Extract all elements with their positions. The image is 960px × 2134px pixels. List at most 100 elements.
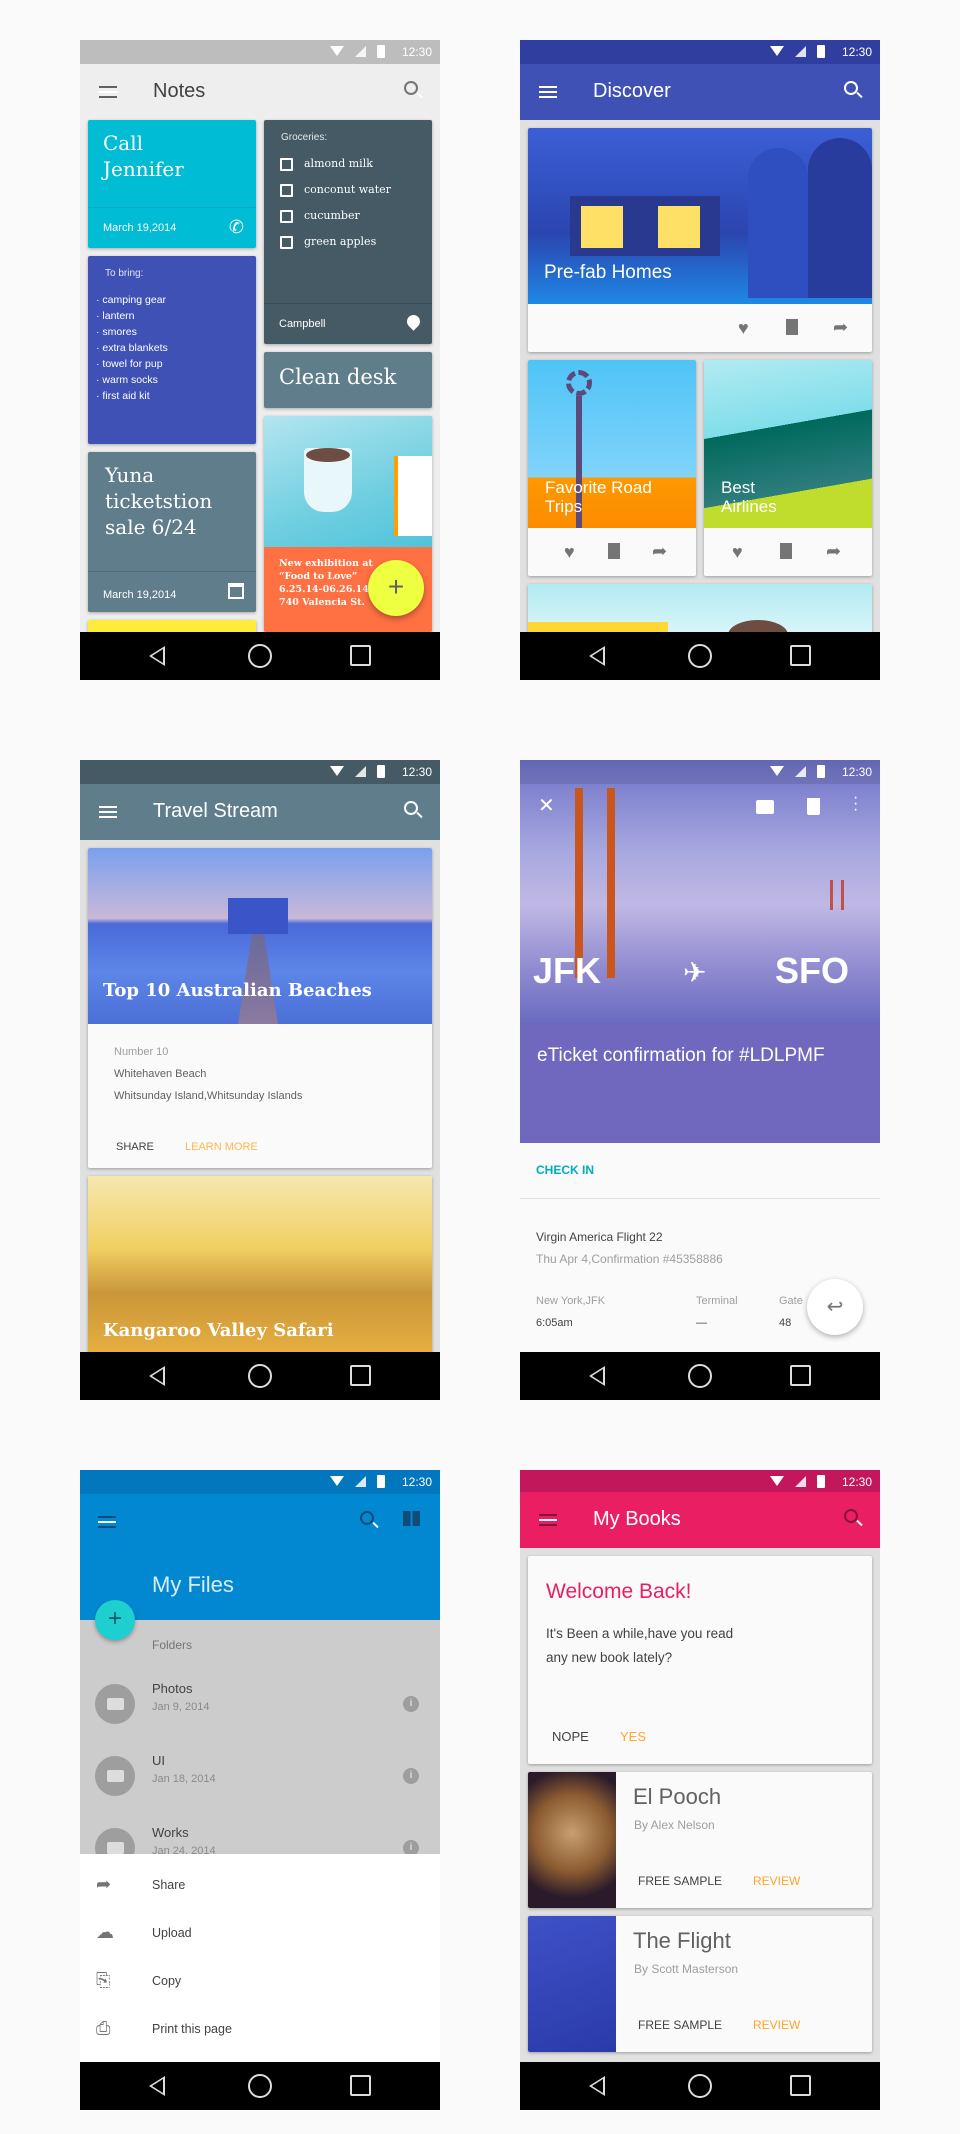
plane-icon: ✈	[683, 957, 707, 988]
calendar-icon[interactable]	[228, 583, 244, 599]
toolbar: My Books	[520, 1492, 880, 1548]
card-road-trips[interactable]: Favorite Road Trips ♥ ➦	[528, 360, 696, 576]
note-clean-desk[interactable]: Clean desk	[264, 352, 432, 408]
card-kangaroo-valley[interactable]: Kangaroo Valley Safari	[88, 1176, 432, 1356]
bookmark-icon[interactable]	[608, 543, 620, 559]
review-button[interactable]: REVIEW	[753, 2018, 800, 2032]
checkbox[interactable]	[280, 184, 293, 197]
bottom-sheet: ➦ Share ☁ Upload ⎘ Copy ⎙ Print this page	[80, 1854, 440, 2062]
share-icon[interactable]: ➦	[826, 542, 841, 560]
card-best-airlines[interactable]: Best Airlines ♥ ➦	[704, 360, 872, 576]
bookmark-icon[interactable]	[786, 319, 798, 335]
status-time: 12:30	[841, 1475, 872, 1489]
back-icon[interactable]	[149, 2076, 165, 2096]
checkbox[interactable]	[280, 158, 293, 171]
book-card[interactable]: The Flight By Scott Masterson FREE SAMPLE R…	[528, 1916, 872, 2052]
bookmark-icon[interactable]	[780, 543, 792, 559]
beach-name: Whitehaven Beach	[114, 1068, 207, 1080]
status-time: 12:30	[841, 765, 872, 779]
location-pin-icon[interactable]	[404, 312, 423, 331]
copy-icon: ⎘	[96, 1970, 111, 1990]
note-call-jennifer[interactable]: Call Jennifer March 19,2014 ✆	[88, 120, 256, 248]
note-yuna[interactable]: Yuna ticketstion sale 6/24 March 19,2014	[88, 452, 256, 612]
delete-icon[interactable]	[807, 798, 820, 815]
close-icon[interactable]: ✕	[538, 793, 555, 818]
search-icon[interactable]	[404, 81, 418, 95]
heart-icon[interactable]: ♥	[738, 319, 749, 337]
share-button[interactable]: SHARE	[116, 1141, 154, 1153]
recents-icon[interactable]	[790, 2075, 811, 2096]
menu-icon[interactable]	[539, 1514, 557, 1526]
share-icon[interactable]: ➦	[833, 318, 848, 336]
more-icon[interactable]: · · ·	[853, 790, 858, 818]
search-icon[interactable]	[844, 81, 858, 95]
home-icon[interactable]	[688, 1364, 712, 1388]
menu-icon[interactable]	[99, 86, 117, 98]
nav-bar	[520, 2062, 880, 2110]
phone-icon[interactable]: ✆	[229, 217, 244, 238]
search-icon[interactable]	[404, 801, 418, 815]
note-groceries[interactable]: Groceries: almond milk conconut water cucu…	[264, 120, 432, 344]
recents-icon[interactable]	[790, 1365, 811, 1386]
review-button[interactable]: REVIEW	[753, 1874, 800, 1888]
sheet-item[interactable]: ➦ Share	[80, 1862, 440, 1910]
add-fab[interactable]: +	[95, 1600, 135, 1640]
detail-value: 6:05am	[536, 1317, 573, 1329]
home-icon[interactable]	[248, 2074, 272, 2098]
heart-icon[interactable]: ♥	[564, 543, 575, 561]
back-icon[interactable]	[589, 646, 605, 666]
reply-fab[interactable]: ↩	[807, 1279, 863, 1335]
card-prefab-homes[interactable]: Pre-fab Homes ♥ ➦	[528, 128, 872, 352]
recents-icon[interactable]	[790, 645, 811, 666]
card-australian-beaches[interactable]: Top 10 Australian Beaches Number 10 Whit…	[88, 848, 432, 1168]
nav-bar	[80, 632, 440, 680]
back-icon[interactable]	[149, 646, 165, 666]
recents-icon[interactable]	[350, 2075, 371, 2096]
note-date: March 19,2014	[103, 589, 177, 601]
back-icon[interactable]	[589, 2076, 605, 2096]
note-to-bring[interactable]: To bring: · camping gear · lantern · smore…	[88, 256, 256, 444]
sheet-item-label: Share	[152, 1878, 186, 1892]
recents-icon[interactable]	[350, 1365, 371, 1386]
folder-row[interactable]: UI Jan 18, 2014 i	[80, 1753, 440, 1812]
archive-icon[interactable]	[756, 800, 774, 814]
home-icon[interactable]	[688, 2074, 712, 2098]
search-icon[interactable]	[844, 1509, 858, 1523]
info-icon[interactable]: i	[403, 1768, 419, 1784]
check-in-button[interactable]: CHECK IN	[536, 1163, 594, 1177]
sheet-item[interactable]: ☁ Upload	[80, 1910, 440, 1958]
free-sample-button[interactable]: FREE SAMPLE	[638, 1874, 722, 1888]
add-note-fab[interactable]: +	[368, 560, 424, 616]
menu-icon[interactable]	[539, 86, 557, 98]
recents-icon[interactable]	[350, 645, 371, 666]
heart-icon[interactable]: ♥	[732, 543, 743, 561]
menu-icon[interactable]	[98, 1516, 116, 1528]
sheet-item[interactable]: ⎙ Print this page	[80, 2006, 440, 2054]
destination-code: SFO	[775, 950, 850, 991]
info-icon[interactable]: i	[403, 1696, 419, 1712]
checkbox[interactable]	[280, 236, 293, 249]
learn-more-button[interactable]: LEARN MORE	[185, 1141, 258, 1153]
status-bar: 12:30	[520, 760, 880, 784]
back-icon[interactable]	[589, 1366, 605, 1386]
ticket-heading: eTicket confirmation for #LDLPMF	[537, 1045, 825, 1066]
folder-row[interactable]: Photos Jan 9, 2014 i	[80, 1681, 440, 1740]
checkbox[interactable]	[280, 210, 293, 223]
share-icon[interactable]: ➦	[652, 542, 667, 560]
nope-button[interactable]: NOPE	[552, 1729, 589, 1744]
folder-name: UI	[152, 1753, 165, 1768]
menu-icon[interactable]	[99, 806, 117, 818]
free-sample-button[interactable]: FREE SAMPLE	[638, 2018, 722, 2032]
sheet-item-label: Copy	[152, 1974, 182, 1988]
home-icon[interactable]	[248, 1364, 272, 1388]
grid-view-icon[interactable]	[403, 1511, 420, 1526]
home-icon[interactable]	[248, 644, 272, 668]
back-icon[interactable]	[149, 1366, 165, 1386]
search-icon[interactable]	[360, 1511, 374, 1525]
sheet-item[interactable]: ⎘ Copy	[80, 1958, 440, 2006]
toolbar: Travel Stream	[80, 784, 440, 840]
yes-button[interactable]: YES	[620, 1729, 646, 1744]
book-card[interactable]: El Pooch By Alex Nelson FREE SAMPLE REVIEW	[528, 1772, 872, 1908]
signal-icon	[355, 766, 366, 777]
home-icon[interactable]	[688, 644, 712, 668]
